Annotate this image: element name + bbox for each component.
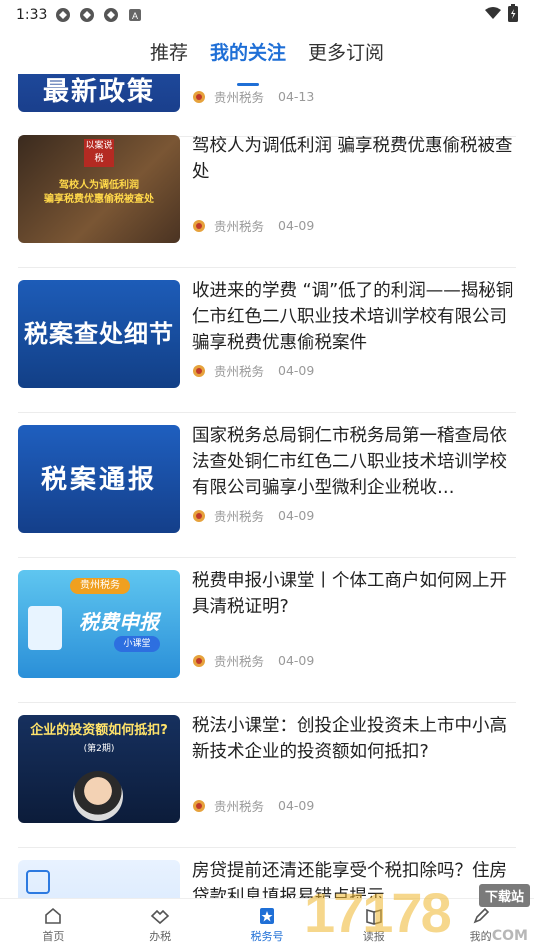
article-thumbnail xyxy=(18,860,180,898)
thumbnail-sub: (第2期) xyxy=(83,744,115,754)
thumbnail-text: 最新政策 xyxy=(42,77,155,107)
article-meta: 贵州税务 04-09 xyxy=(192,651,314,670)
watermark-domain: .COM xyxy=(486,928,528,944)
home-icon xyxy=(45,907,62,924)
tab-recommend[interactable]: 推荐 xyxy=(150,38,188,78)
thumbnail-badge: 以案说税 xyxy=(84,139,114,167)
source-logo-icon xyxy=(192,799,206,813)
article-date: 04-09 xyxy=(278,653,315,668)
thumbnail-badge: 贵州税务 xyxy=(70,578,130,594)
list-item[interactable]: 税案查处细节 收进来的学费 “调”低了的利润——揭秘铜仁市红色二八职业技术培训学… xyxy=(18,268,516,413)
news-feed[interactable]: 最新政策 贵州税务 04-13 以案说税 驾校人为调低利润 骗享税费优惠偷税被查… xyxy=(0,74,534,898)
app-notification-icon xyxy=(55,7,71,23)
article-thumbnail: 最新政策 xyxy=(18,74,180,112)
nav-label: 办税 xyxy=(149,929,172,943)
shield-icon xyxy=(26,870,50,894)
article-meta: 贵州税务 04-09 xyxy=(192,361,314,380)
article-title: 收进来的学费 “调”低了的利润——揭秘铜仁市红色二八职业技术培训学校有限公司骗享… xyxy=(192,281,514,353)
article-thumbnail: 以案说税 驾校人为调低利润 骗享税费优惠偷税被查处 xyxy=(18,135,180,243)
source-logo-icon xyxy=(192,364,206,378)
nav-tax[interactable]: 办税 xyxy=(107,899,214,950)
article-meta: 贵州税务 04-09 xyxy=(192,506,314,525)
presenter-avatar xyxy=(73,771,123,821)
article-thumbnail: 税案查处细节 xyxy=(18,280,180,388)
article-source: 贵州税务 xyxy=(214,509,265,524)
source-logo-icon xyxy=(192,509,206,523)
top-tabs: 推荐 我的关注 更多订阅 xyxy=(0,38,534,78)
source-logo-icon xyxy=(192,90,206,104)
article-title: 税法小课堂：创投企业投资未上市中小高新技术企业的投资额如何抵扣? xyxy=(192,716,507,762)
source-logo-icon xyxy=(192,219,206,233)
article-source: 贵州税务 xyxy=(214,799,265,814)
tab-my-follow[interactable]: 我的关注 xyxy=(210,38,286,78)
article-date: 04-09 xyxy=(278,508,315,523)
article-thumbnail: 贵州税务 税费申报 小课堂 xyxy=(18,570,180,678)
keyboard-icon: A xyxy=(127,7,143,23)
article-source: 贵州税务 xyxy=(214,219,265,234)
article-source: 贵州税务 xyxy=(214,364,265,379)
thumbnail-text: 企业的投资额如何抵扣? xyxy=(30,723,168,738)
source-logo-icon xyxy=(192,654,206,668)
list-item[interactable]: 贵州税务 税费申报 小课堂 税费申报小课堂丨个体工商户如何网上开具清税证明? 贵… xyxy=(18,558,516,703)
list-item[interactable]: 企业的投资额如何抵扣? (第2期) 税法小课堂：创投企业投资未上市中小高新技术企… xyxy=(18,703,516,848)
handshake-icon xyxy=(151,909,170,924)
app-notification-icon xyxy=(79,7,95,23)
thumbnail-sub: 小课堂 xyxy=(114,636,160,652)
site-watermark: 下载站 17178 .COM xyxy=(304,880,534,950)
article-meta: 贵州税务 04-13 xyxy=(192,87,314,106)
list-item[interactable]: 税案通报 国家税务总局铜仁市税务局第一稽查局依法查处铜仁市红色二八职业技术培训学… xyxy=(18,413,516,558)
battery-icon xyxy=(508,4,518,26)
article-title: 国家税务总局铜仁市税务局第一稽查局依法查处铜仁市红色二八职业技术培训学校有限公司… xyxy=(192,426,507,498)
thumbnail-text: 税费申报 xyxy=(79,610,159,634)
article-thumbnail: 税案通报 xyxy=(18,425,180,533)
wifi-icon xyxy=(484,6,502,24)
status-bar: 1:33 A xyxy=(0,0,534,30)
article-title: 驾校人为调低利润 骗享税费优惠偷税被查处 xyxy=(192,136,513,182)
thumbnail-text: 税案查处细节 xyxy=(24,320,174,348)
list-item[interactable]: 以案说税 驾校人为调低利润 骗享税费优惠偷税被查处 驾校人为调低利润 骗享税费优… xyxy=(18,123,516,268)
article-title: 税费申报小课堂丨个体工商户如何网上开具清税证明? xyxy=(192,571,507,617)
nav-home[interactable]: 首页 xyxy=(0,899,107,950)
watermark-sub: 下载站 xyxy=(478,884,530,907)
article-date: 04-09 xyxy=(278,363,315,378)
book-stack-icon xyxy=(28,606,62,650)
svg-text:A: A xyxy=(132,11,138,21)
article-source: 贵州税务 xyxy=(214,654,265,669)
nav-label: 税务号 xyxy=(250,929,284,943)
nav-label: 首页 xyxy=(42,929,65,943)
article-source: 贵州税务 xyxy=(214,90,265,105)
thumbnail-text: 驾校人为调低利润 骗享税费优惠偷税被查处 xyxy=(44,180,154,205)
article-date: 04-09 xyxy=(278,798,315,813)
star-badge-icon xyxy=(259,907,274,924)
article-meta: 贵州税务 04-09 xyxy=(192,796,314,815)
app-notification-icon xyxy=(103,7,119,23)
article-thumbnail: 企业的投资额如何抵扣? (第2期) xyxy=(18,715,180,823)
article-date: 04-13 xyxy=(278,89,315,104)
article-meta: 贵州税务 04-09 xyxy=(192,216,314,235)
watermark-text: 17178 xyxy=(304,881,452,944)
tab-more-subscriptions[interactable]: 更多订阅 xyxy=(308,38,384,78)
article-date: 04-09 xyxy=(278,218,315,233)
thumbnail-text: 税案通报 xyxy=(40,465,157,495)
status-time: 1:33 xyxy=(16,7,48,23)
